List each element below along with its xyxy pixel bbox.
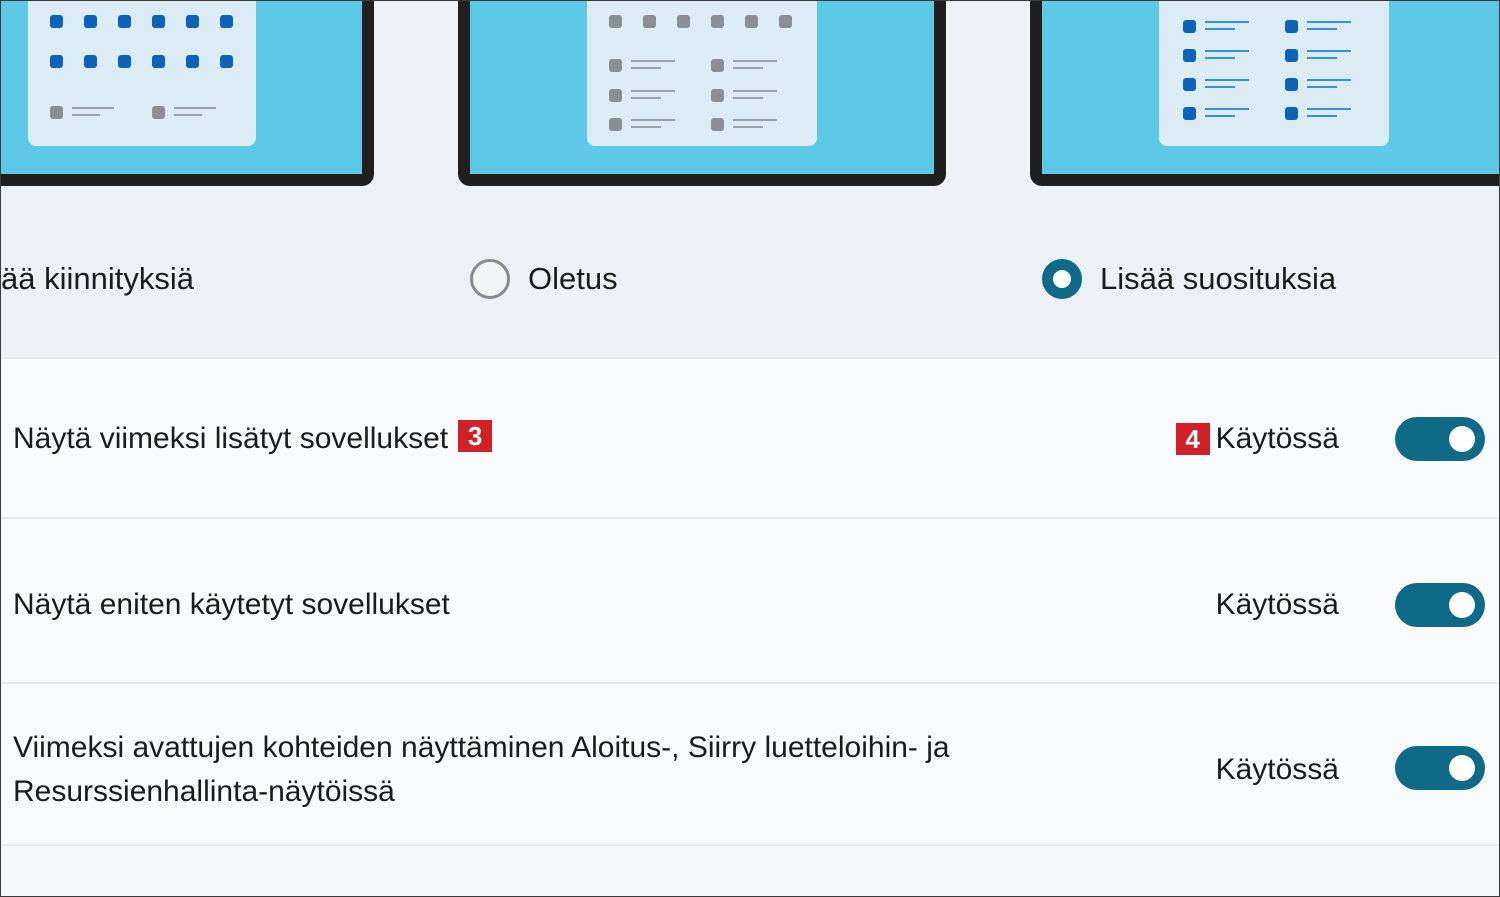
setting-label-text: Näytä eniten käytetyt sovellukset xyxy=(13,588,450,621)
callout-badge: 3 xyxy=(458,420,493,452)
setting-state-text: Käytössä xyxy=(1215,422,1339,455)
toggle-knob xyxy=(1449,426,1475,452)
radio-option-more-pins[interactable]: ää kiinnityksiä xyxy=(1,251,194,307)
toggle-switch-most-used-apps[interactable] xyxy=(1395,583,1485,627)
setting-row-most-used-apps: Näytä eniten käytetyt sovellukset Käytös… xyxy=(1,517,1499,682)
toggle-switch-recently-opened-items[interactable] xyxy=(1395,746,1485,790)
setting-state: Käytössä xyxy=(1216,583,1339,627)
toggle-switch-recently-added-apps[interactable] xyxy=(1395,417,1485,461)
layout-preview-more-pins[interactable] xyxy=(1,1,374,186)
preview-start-menu xyxy=(28,1,256,146)
setting-state: 4 Käytössä xyxy=(1175,417,1339,461)
preview-screen xyxy=(1,1,362,174)
preview-screen xyxy=(470,1,934,174)
setting-label: Viimeksi avattujen kohteiden näyttäminen… xyxy=(13,726,950,814)
setting-label: Näytä eniten käytetyt sovellukset xyxy=(13,583,450,627)
callout-badge: 4 xyxy=(1175,423,1210,455)
radio-option-more-recommendations[interactable]: Lisää suosituksia xyxy=(1042,251,1336,307)
setting-state-text: Käytössä xyxy=(1215,588,1339,621)
next-setting-row xyxy=(1,844,1499,896)
setting-state-text: Käytössä xyxy=(1215,753,1339,786)
layout-preview-more-recommendations[interactable] xyxy=(1030,1,1499,186)
setting-row-recently-added-apps: Näytä viimeksi lisätyt sovellukset 3 4 Kä… xyxy=(1,357,1499,517)
layout-selector: ää kiinnityksiä Oletus Lisää suosituksia xyxy=(1,1,1499,356)
radio-option-label: Oletus xyxy=(528,261,618,296)
toggle-knob xyxy=(1449,592,1475,618)
preview-start-menu xyxy=(587,1,817,146)
radio-button-checked[interactable] xyxy=(1042,259,1082,299)
setting-label: Näytä viimeksi lisätyt sovellukset 3 xyxy=(13,417,493,461)
setting-row-recently-opened-items: Viimeksi avattujen kohteiden näyttäminen… xyxy=(1,682,1499,844)
radio-button-unchecked[interactable] xyxy=(470,259,510,299)
setting-label-text: Näytä viimeksi lisätyt sovellukset xyxy=(13,422,449,455)
preview-screen xyxy=(1042,1,1499,174)
toggle-knob xyxy=(1449,755,1475,781)
start-settings-panel: ää kiinnityksiä Oletus Lisää suosituksia… xyxy=(0,0,1500,897)
setting-label-text: Resurssienhallinta-näytöissä xyxy=(13,775,395,808)
layout-preview-default[interactable] xyxy=(458,1,946,186)
radio-option-label: ää kiinnityksiä xyxy=(1,261,194,296)
setting-label-text: Viimeksi avattujen kohteiden näyttäminen… xyxy=(13,731,950,764)
preview-start-menu xyxy=(1159,1,1389,146)
radio-option-default[interactable]: Oletus xyxy=(470,251,618,307)
radio-option-label: Lisää suosituksia xyxy=(1100,261,1337,296)
setting-state: Käytössä xyxy=(1216,748,1339,792)
